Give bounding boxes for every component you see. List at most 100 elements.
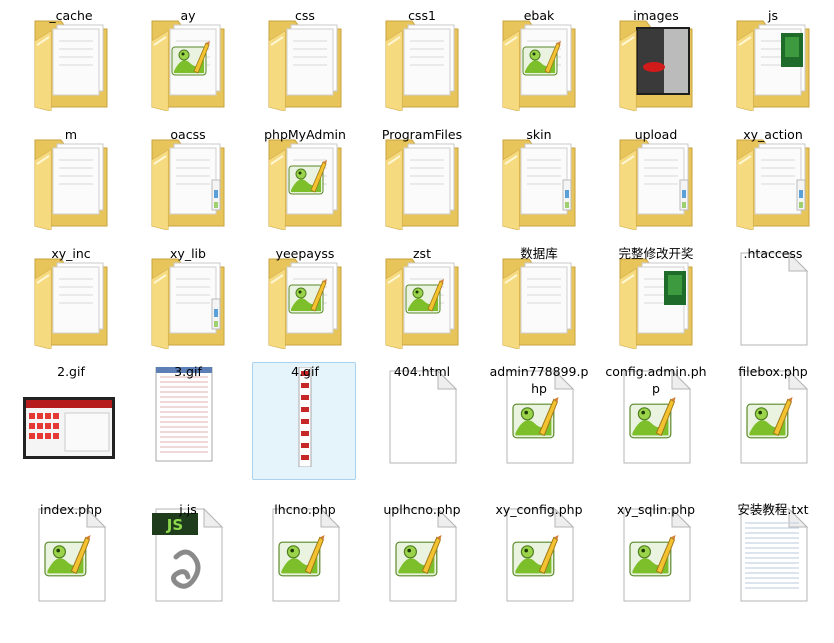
file-item[interactable]: 安装教程.txt <box>720 500 824 618</box>
folder-icon <box>606 130 706 230</box>
file-name-label: css1 <box>408 8 436 23</box>
document-icon <box>372 505 472 605</box>
file-item[interactable]: xy_inc <box>18 244 122 362</box>
folder-icon <box>489 249 589 349</box>
file-name-label: 2.gif <box>57 364 85 379</box>
file-item[interactable]: 数据库 <box>486 244 590 362</box>
folder-icon <box>138 130 238 230</box>
file-item[interactable]: config.admin.php <box>603 362 707 480</box>
file-item[interactable]: oacss <box>135 125 239 243</box>
file-item[interactable]: ay <box>135 6 239 124</box>
file-item[interactable]: xy_sqlin.php <box>603 500 707 618</box>
file-item[interactable]: xy_config.php <box>486 500 590 618</box>
folder-icon <box>723 130 823 230</box>
file-name-label: _cache <box>49 8 93 23</box>
file-item[interactable]: xy_action <box>720 125 824 243</box>
image-thumbnail-icon <box>21 367 121 467</box>
file-item[interactable]: index.php <box>18 500 122 618</box>
file-item[interactable]: _cache <box>18 6 122 124</box>
file-item[interactable]: JS j.js <box>135 500 239 618</box>
file-name-label: 4.gif <box>291 364 319 379</box>
folder-icon <box>606 11 706 111</box>
file-name-label: lhcno.php <box>274 502 336 517</box>
file-item[interactable]: 3.gif <box>135 362 239 480</box>
image-thumbnail-icon <box>138 367 238 467</box>
file-item[interactable]: css1 <box>369 6 473 124</box>
file-item[interactable]: js <box>720 6 824 124</box>
file-name-label: ProgramFiles <box>381 127 463 142</box>
file-item[interactable]: css <box>252 6 356 124</box>
file-name-label: uplhcno.php <box>383 502 461 517</box>
file-name-label: images <box>633 8 679 23</box>
file-name-label: yeepayss <box>275 246 335 261</box>
file-name-label: .htaccess <box>743 246 803 261</box>
svg-text:JS: JS <box>166 516 183 534</box>
file-name-label: xy_lib <box>170 246 206 261</box>
file-item[interactable]: filebox.php <box>720 362 824 480</box>
document-icon <box>21 505 121 605</box>
file-item[interactable]: skin <box>486 125 590 243</box>
file-name-label: 3.gif <box>174 364 202 379</box>
file-item[interactable]: upload <box>603 125 707 243</box>
file-name-label: oacss <box>170 127 206 142</box>
file-name-label: admin778899.php <box>489 364 589 396</box>
file-name-label: 404.html <box>393 364 451 379</box>
file-name-label: config.admin.php <box>605 364 707 396</box>
document-icon <box>489 505 589 605</box>
file-item[interactable]: 2.gif <box>18 362 122 480</box>
file-name-label: index.php <box>40 502 102 517</box>
document-icon <box>255 505 355 605</box>
file-item[interactable]: uplhcno.php <box>369 500 473 618</box>
file-item[interactable]: lhcno.php <box>252 500 356 618</box>
file-name-label: js <box>768 8 778 23</box>
folder-icon <box>255 11 355 111</box>
file-item[interactable]: 完整修改开奖 <box>603 244 707 362</box>
folder-icon <box>372 249 472 349</box>
file-name-label: filebox.php <box>738 364 808 379</box>
folder-icon <box>21 130 121 230</box>
folder-icon <box>21 249 121 349</box>
file-name-label: m <box>64 127 78 142</box>
file-item[interactable]: .htaccess <box>720 244 824 362</box>
file-item[interactable]: xy_lib <box>135 244 239 362</box>
file-name-label: ebak <box>523 8 555 23</box>
file-item[interactable]: ebak <box>486 6 590 124</box>
file-item[interactable]: images <box>603 6 707 124</box>
file-item[interactable]: m <box>18 125 122 243</box>
file-name-label: xy_action <box>743 127 803 142</box>
file-name-label: skin <box>526 127 552 142</box>
folder-icon <box>372 130 472 230</box>
folder-icon <box>723 11 823 111</box>
file-item[interactable]: 4.gif <box>252 362 356 480</box>
file-name-label: ay <box>180 8 196 23</box>
file-name-label: xy_inc <box>51 246 91 261</box>
document-icon <box>606 505 706 605</box>
image-thumbnail-icon <box>255 367 355 467</box>
file-grid: _cache ay css css1 ebak images js m oacs… <box>0 0 834 643</box>
folder-icon <box>606 249 706 349</box>
file-item[interactable]: zst <box>369 244 473 362</box>
file-name-label: css <box>295 8 315 23</box>
file-item[interactable]: phpMyAdmin <box>252 125 356 243</box>
file-item[interactable]: admin778899.php <box>486 362 590 480</box>
document-icon <box>723 249 823 349</box>
file-name-label: 数据库 <box>520 246 558 261</box>
file-name-label: zst <box>413 246 431 261</box>
file-name-label: xy_config.php <box>495 502 583 517</box>
document-icon: JS <box>138 505 238 605</box>
document-icon <box>723 505 823 605</box>
folder-icon <box>372 11 472 111</box>
file-name-label: j.js <box>179 502 197 517</box>
file-item[interactable]: 404.html <box>369 362 473 480</box>
file-item[interactable]: ProgramFiles <box>369 125 473 243</box>
file-name-label: 完整修改开奖 <box>618 246 694 261</box>
file-name-label: xy_sqlin.php <box>616 502 696 517</box>
document-icon <box>723 367 823 467</box>
folder-icon <box>138 11 238 111</box>
file-item[interactable]: yeepayss <box>252 244 356 362</box>
folder-icon <box>255 130 355 230</box>
folder-icon <box>489 11 589 111</box>
folder-icon <box>489 130 589 230</box>
file-name-label: upload <box>634 127 678 142</box>
folder-icon <box>255 249 355 349</box>
